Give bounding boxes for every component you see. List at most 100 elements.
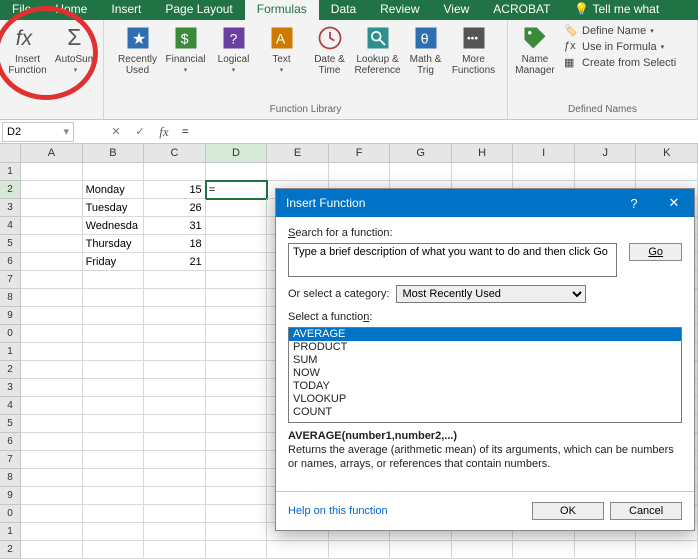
- function-item[interactable]: PRODUCT: [289, 341, 681, 354]
- cell[interactable]: [83, 469, 145, 487]
- cell[interactable]: [21, 235, 83, 253]
- cell[interactable]: [206, 217, 268, 235]
- cell[interactable]: [144, 361, 206, 379]
- use-in-formula-button[interactable]: ƒxUse in Formula ▾: [564, 40, 676, 54]
- cell[interactable]: [21, 397, 83, 415]
- cell[interactable]: [206, 541, 268, 559]
- function-item[interactable]: COUNT: [289, 406, 681, 419]
- tab-formulas[interactable]: Formulas: [245, 0, 319, 20]
- cell[interactable]: [206, 397, 268, 415]
- row-header[interactable]: 4: [0, 217, 21, 235]
- cell[interactable]: [206, 307, 268, 325]
- fx-icon[interactable]: fx: [152, 124, 176, 140]
- row-header[interactable]: 4: [0, 397, 21, 415]
- cell[interactable]: 26: [144, 199, 206, 217]
- cell[interactable]: [206, 523, 268, 541]
- cell[interactable]: [83, 541, 145, 559]
- cell[interactable]: Wednesda: [83, 217, 145, 235]
- cancel-formula-button[interactable]: ✕: [104, 125, 128, 138]
- lookup-button[interactable]: Lookup & Reference: [355, 22, 401, 78]
- cell[interactable]: 15: [144, 181, 206, 199]
- cell[interactable]: Thursday: [83, 235, 145, 253]
- cell[interactable]: [83, 271, 145, 289]
- row-header[interactable]: 8: [0, 469, 21, 487]
- formula-input[interactable]: [176, 126, 698, 138]
- row-header[interactable]: 9: [0, 307, 21, 325]
- cell[interactable]: [21, 343, 83, 361]
- function-list[interactable]: AVERAGEPRODUCTSUMNOWTODAYVLOOKUPCOUNT: [288, 327, 682, 423]
- financial-button[interactable]: $ Financial ▾: [163, 22, 209, 78]
- row-header[interactable]: 1: [0, 523, 21, 541]
- cell[interactable]: [21, 361, 83, 379]
- cell[interactable]: 31: [144, 217, 206, 235]
- cell[interactable]: [206, 415, 268, 433]
- cell[interactable]: [144, 541, 206, 559]
- dialog-titlebar[interactable]: Insert Function ? ✕: [276, 189, 694, 217]
- cell[interactable]: [206, 469, 268, 487]
- cell[interactable]: [21, 415, 83, 433]
- cell[interactable]: [206, 487, 268, 505]
- cell[interactable]: [144, 163, 206, 181]
- col-header[interactable]: K: [636, 144, 698, 162]
- cell[interactable]: [267, 163, 329, 181]
- cell[interactable]: [144, 487, 206, 505]
- cell[interactable]: [21, 469, 83, 487]
- recently-used-button[interactable]: ★ Recently Used: [115, 22, 161, 78]
- cell[interactable]: [144, 271, 206, 289]
- cell[interactable]: [83, 451, 145, 469]
- category-select[interactable]: Most Recently Used: [396, 285, 586, 303]
- cell[interactable]: =: [206, 181, 268, 199]
- cell[interactable]: [329, 163, 391, 181]
- cell[interactable]: [83, 487, 145, 505]
- insert-function-button[interactable]: fx Insert Function: [5, 22, 51, 78]
- cell[interactable]: [83, 523, 145, 541]
- function-item[interactable]: TODAY: [289, 380, 681, 393]
- cell[interactable]: [452, 163, 514, 181]
- cell[interactable]: [452, 541, 514, 559]
- cell[interactable]: [21, 271, 83, 289]
- row-header[interactable]: 3: [0, 199, 21, 217]
- row-header[interactable]: 0: [0, 325, 21, 343]
- tab-tell-me[interactable]: 💡 Tell me what: [562, 0, 671, 20]
- accept-formula-button[interactable]: ✓: [128, 125, 152, 138]
- cell[interactable]: Monday: [83, 181, 145, 199]
- cell[interactable]: [206, 199, 268, 217]
- cell[interactable]: [206, 325, 268, 343]
- cell[interactable]: [206, 271, 268, 289]
- cell[interactable]: [21, 433, 83, 451]
- cell[interactable]: [21, 163, 83, 181]
- cell[interactable]: 18: [144, 235, 206, 253]
- select-all-corner[interactable]: [0, 144, 21, 162]
- row-header[interactable]: 6: [0, 253, 21, 271]
- col-header[interactable]: H: [452, 144, 514, 162]
- cell[interactable]: [206, 505, 268, 523]
- cell[interactable]: [390, 163, 452, 181]
- tab-view[interactable]: View: [432, 0, 482, 20]
- col-header[interactable]: B: [83, 144, 145, 162]
- close-button[interactable]: ✕: [654, 189, 694, 217]
- function-item[interactable]: NOW: [289, 367, 681, 380]
- cell[interactable]: [21, 379, 83, 397]
- cell[interactable]: [144, 523, 206, 541]
- more-functions-button[interactable]: ••• More Functions: [451, 22, 497, 78]
- cell[interactable]: [144, 343, 206, 361]
- cell[interactable]: [575, 163, 637, 181]
- function-item[interactable]: SUM: [289, 354, 681, 367]
- logical-button[interactable]: ? Logical ▾: [211, 22, 257, 78]
- cell[interactable]: [21, 451, 83, 469]
- cell[interactable]: [636, 541, 698, 559]
- row-header[interactable]: 6: [0, 433, 21, 451]
- cell[interactable]: [206, 343, 268, 361]
- cell[interactable]: [21, 217, 83, 235]
- cell[interactable]: [636, 163, 698, 181]
- function-item[interactable]: AVERAGE: [289, 328, 681, 341]
- cell[interactable]: [206, 289, 268, 307]
- cell[interactable]: 21: [144, 253, 206, 271]
- cell[interactable]: [21, 253, 83, 271]
- cell[interactable]: [83, 325, 145, 343]
- cell[interactable]: [206, 433, 268, 451]
- cell[interactable]: [21, 487, 83, 505]
- row-header[interactable]: 8: [0, 289, 21, 307]
- tab-file[interactable]: File: [0, 0, 43, 20]
- row-header[interactable]: 9: [0, 487, 21, 505]
